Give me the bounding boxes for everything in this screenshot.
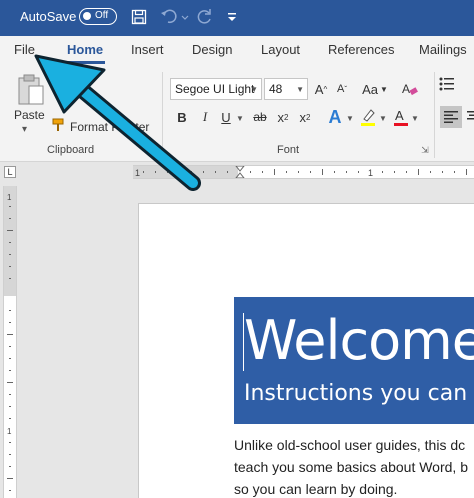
- underline-button[interactable]: U: [218, 108, 234, 126]
- svg-text:1: 1: [7, 193, 12, 202]
- bullets-icon[interactable]: [439, 76, 455, 92]
- svg-text:A: A: [402, 82, 410, 96]
- autosave-state: Off: [95, 10, 109, 21]
- horizontal-ruler-area: L 1 1: [0, 162, 474, 182]
- body-text-line[interactable]: teach you some basics about Word, b: [234, 459, 468, 475]
- tab-layout[interactable]: Layout: [261, 42, 300, 57]
- svg-text:A: A: [395, 108, 404, 123]
- paste-label[interactable]: Paste: [14, 108, 45, 122]
- superscript-button[interactable]: x2: [296, 108, 314, 126]
- autosave-toggle[interactable]: Off: [79, 8, 117, 25]
- font-group-label: Font: [277, 144, 300, 156]
- grow-font-glyph: A: [314, 81, 324, 97]
- clipboard-group-label: Clipboard: [47, 144, 95, 156]
- align-left-icon[interactable]: [440, 106, 462, 128]
- svg-text:1: 1: [135, 168, 140, 178]
- tab-selector-icon[interactable]: L: [4, 166, 16, 178]
- underline-dropdown-icon[interactable]: ▼: [236, 114, 244, 123]
- text-effects-dropdown-icon[interactable]: ▼: [346, 114, 354, 123]
- tab-insert[interactable]: Insert: [131, 42, 164, 57]
- font-size-input[interactable]: 48 ▼: [264, 78, 308, 100]
- font-name-value: Segoe UI Light: [175, 82, 255, 96]
- body-text-line[interactable]: Unlike old-school user guides, this dc: [234, 437, 465, 453]
- group-separator: [434, 72, 435, 158]
- highlight-icon[interactable]: [358, 106, 378, 128]
- svg-text:1: 1: [7, 427, 12, 436]
- highlight-dropdown-icon[interactable]: ▼: [379, 114, 387, 123]
- tab-design[interactable]: Design: [192, 42, 232, 57]
- change-case-button[interactable]: Aa ▼: [360, 79, 390, 99]
- clear-formatting-icon[interactable]: A: [400, 79, 420, 99]
- italic-button[interactable]: I: [198, 108, 212, 126]
- change-case-label: Aa: [362, 81, 378, 97]
- ribbon-home: Paste ▾ Format Painter Clipboard Segoe U…: [0, 66, 474, 162]
- shrink-font-icon[interactable]: Aˇ: [333, 79, 351, 99]
- word-window: AutoSave Off File Home Insert Design Lay…: [0, 0, 474, 498]
- tab-home[interactable]: Home: [67, 42, 103, 57]
- tab-mailings[interactable]: Mailings: [419, 42, 467, 57]
- font-size-value: 48: [269, 82, 283, 96]
- document-page[interactable]: Welcome Instructions you can e Unlike ol…: [138, 203, 474, 498]
- shrink-font-glyph: A: [336, 83, 345, 95]
- active-tab-indicator: [65, 61, 105, 64]
- chevron-down-icon: ▼: [250, 85, 258, 94]
- font-dialog-launcher-icon[interactable]: ⇲: [419, 144, 431, 156]
- body-text-line[interactable]: so you can learn by doing.: [234, 481, 397, 497]
- document-title[interactable]: Welcome: [244, 309, 474, 372]
- font-color-icon[interactable]: A: [392, 106, 410, 128]
- customize-icon[interactable]: [224, 6, 240, 28]
- autosave-label: AutoSave: [20, 9, 77, 24]
- bold-button[interactable]: B: [174, 108, 190, 126]
- chevron-down-icon: ▼: [296, 85, 304, 94]
- title-banner: Welcome Instructions you can e: [234, 297, 474, 424]
- format-painter-icon[interactable]: [52, 118, 66, 132]
- paste-dropdown-icon[interactable]: ▾: [22, 124, 27, 135]
- strikethrough-button[interactable]: ab: [250, 108, 270, 126]
- tab-file[interactable]: File: [14, 42, 35, 57]
- horizontal-ruler[interactable]: 1 1: [133, 165, 474, 179]
- document-subtitle[interactable]: Instructions you can e: [244, 381, 474, 406]
- redo-icon[interactable]: [193, 6, 215, 28]
- title-bar: AutoSave Off: [0, 0, 474, 36]
- ribbon-tabs: File Home Insert Design Layout Reference…: [0, 36, 474, 66]
- group-separator: [162, 72, 163, 158]
- grow-font-icon[interactable]: A ^: [312, 79, 330, 99]
- toggle-knob: [83, 12, 91, 20]
- font-color-dropdown-icon[interactable]: ▼: [411, 114, 419, 123]
- vertical-ruler[interactable]: 1 1: [3, 186, 17, 498]
- font-name-input[interactable]: Segoe UI Light ▼: [170, 78, 262, 100]
- subscript-button[interactable]: x2: [274, 108, 292, 126]
- text-effects-icon[interactable]: A: [324, 106, 346, 128]
- undo-icon[interactable]: [158, 6, 192, 28]
- save-icon[interactable]: [128, 6, 150, 28]
- svg-text:1: 1: [368, 168, 373, 178]
- align-center-icon[interactable]: [465, 106, 474, 128]
- tab-references[interactable]: References: [328, 42, 394, 57]
- paste-icon[interactable]: [14, 72, 48, 108]
- format-painter-label[interactable]: Format Painter: [70, 120, 149, 134]
